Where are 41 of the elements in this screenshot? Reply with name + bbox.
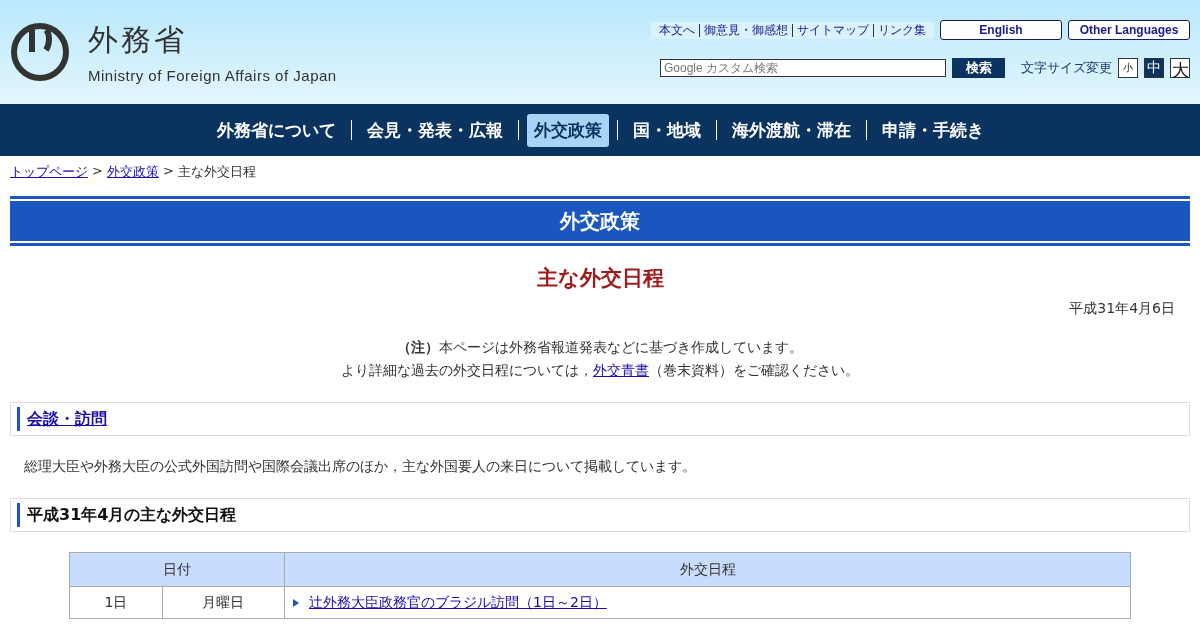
nav-item[interactable]: 外交政策 (526, 113, 609, 147)
utility-link[interactable]: サイトマップ (792, 23, 873, 37)
logo-title: 外務省 (88, 21, 188, 59)
emblem-logo (10, 22, 70, 82)
search-button[interactable]: 検索 (952, 58, 1005, 78)
table-cell: 1日 (69, 586, 163, 619)
nav-item[interactable]: 国・地域 (625, 113, 708, 147)
nav-item[interactable]: 外務省について (209, 113, 343, 147)
page-date: 平成31年4月6日 (1068, 299, 1176, 318)
section-heading-text: 平成31年4月の主な外交日程 (17, 503, 1183, 527)
breadcrumb-separator: > (92, 163, 103, 180)
note-text: より詳細な過去の外交日程については，外交青書（巻末資料）をご確認ください。 (340, 361, 860, 380)
note-link[interactable]: 外交青書 (593, 362, 649, 378)
breadcrumb-current: 主な外交日程 (177, 163, 256, 181)
table-header: 日付 (69, 552, 285, 587)
font-size-button[interactable]: 小 (1118, 58, 1138, 78)
page-title: 主な外交日程 (535, 265, 665, 292)
font-size-label: 文字サイズ変更 (1021, 59, 1112, 77)
search-field[interactable]: Google カスタム検索 (660, 59, 946, 77)
nav-item[interactable]: 海外渡航・滞在 (724, 113, 858, 147)
utility-link[interactable]: リンク集 (873, 23, 930, 37)
nav-item[interactable]: 申請・手続き (874, 113, 991, 147)
section-heading-link[interactable]: 会談・訪問 (27, 409, 107, 428)
utility-link[interactable]: 本文へ (655, 23, 699, 37)
breadcrumb-link[interactable]: 外交政策 (106, 163, 159, 181)
language-button[interactable]: Other Languages (1068, 20, 1190, 40)
breadcrumb-separator: > (162, 163, 174, 180)
logo-subtitle: Ministry of Foreign Affairs of Japan (88, 67, 337, 84)
language-button[interactable]: English (940, 20, 1062, 40)
note-text: （注）本ページは外務省報道発表などに基づき作成しています。 (396, 338, 804, 357)
table-header: 外交日程 (284, 552, 1131, 587)
font-size-button[interactable]: 大 (1170, 58, 1190, 78)
section-description: 総理大臣や外務大臣の公式外国訪問や国際会議出席のほか，主な外国要人の来日について掲載しています。 (24, 458, 697, 476)
table-cell: 月曜日 (162, 586, 285, 619)
utility-link[interactable]: 御意見・御感想 (699, 23, 792, 37)
bullet-icon (293, 598, 299, 607)
nav-item[interactable]: 会見・発表・広報 (359, 113, 510, 147)
section-banner: 外交政策 (10, 196, 1190, 246)
font-size-button[interactable]: 中 (1144, 58, 1164, 78)
event-link[interactable]: 辻外務大臣政務官のブラジル訪問（1日～2日） (309, 593, 607, 610)
breadcrumb-link[interactable]: トップページ (10, 163, 88, 181)
